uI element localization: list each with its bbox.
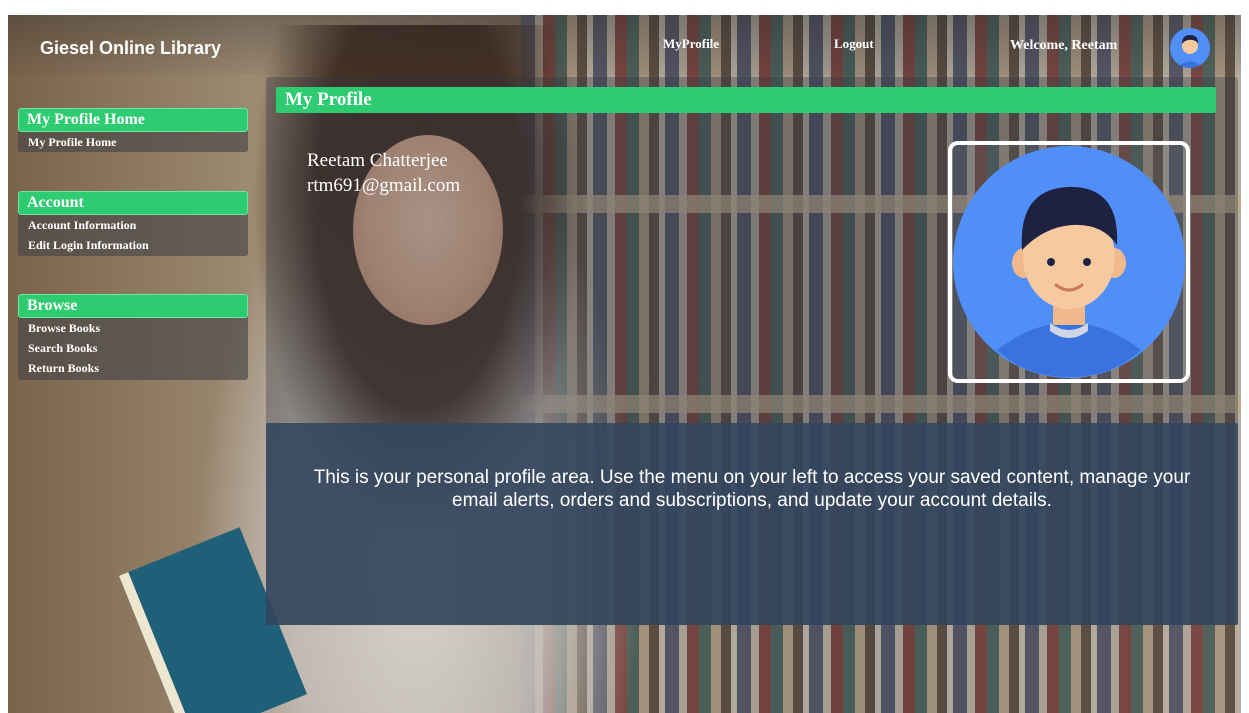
sidebar-item-return-books[interactable]: Return Books xyxy=(18,358,248,378)
info-band xyxy=(266,423,1238,625)
page-title: My Profile xyxy=(276,87,1216,113)
sidebar-group-title: Browse xyxy=(18,294,248,318)
user-email: rtm691@gmail.com xyxy=(307,175,461,196)
sidebar-group-title: Account xyxy=(18,191,248,215)
sidebar-group-profile: My Profile Home My Profile Home xyxy=(18,108,248,152)
nav-myprofile-link[interactable]: MyProfile xyxy=(663,36,719,52)
user-avatar-icon[interactable] xyxy=(1170,28,1210,68)
sidebar-group-title: My Profile Home xyxy=(18,108,248,132)
sidebar-group-account: Account Account Information Edit Login I… xyxy=(18,191,248,256)
sidebar-item-account-information[interactable]: Account Information xyxy=(18,215,248,235)
sidebar-item-browse-books[interactable]: Browse Books xyxy=(18,318,248,338)
sidebar-item-edit-login[interactable]: Edit Login Information xyxy=(18,235,248,255)
sidebar-group-browse: Browse Browse Books Search Books Return … xyxy=(18,294,248,380)
sidebar-item-search-books[interactable]: Search Books xyxy=(18,338,248,358)
profile-photo xyxy=(948,141,1190,383)
user-avatar-icon xyxy=(953,146,1185,378)
user-name: Reetam Chatterjee xyxy=(307,150,448,171)
welcome-text: Welcome, Reetam xyxy=(1010,38,1118,53)
sidebar-item-profile-home[interactable]: My Profile Home xyxy=(18,132,248,152)
nav-logout-link[interactable]: Logout xyxy=(834,36,874,52)
profile-description: This is your personal profile area. Use … xyxy=(313,467,1191,511)
site-brand[interactable]: Giesel Online Library xyxy=(40,38,221,59)
